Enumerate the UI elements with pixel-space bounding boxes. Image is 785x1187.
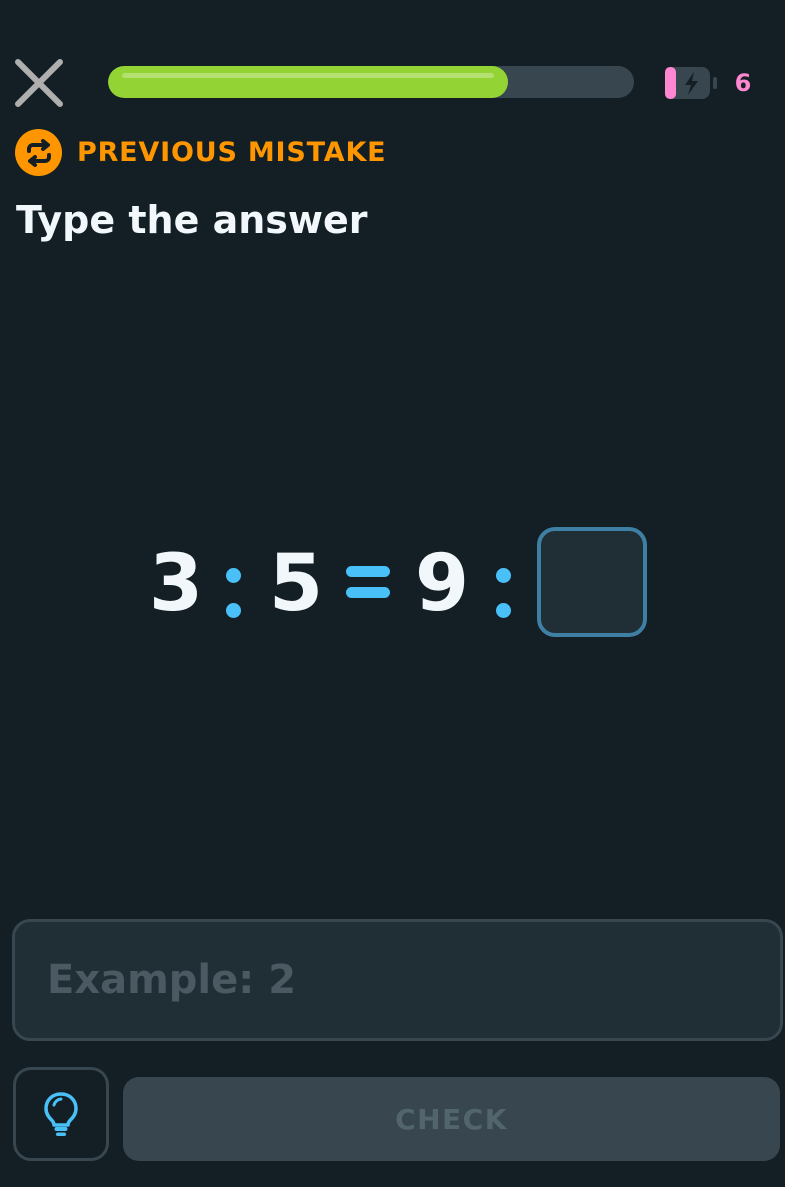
repeat-icon [15, 129, 62, 176]
close-button[interactable] [10, 54, 68, 112]
previous-mistake-label: PREVIOUS MISTAKE [77, 137, 387, 168]
hint-button[interactable] [13, 1067, 109, 1161]
page-title: Type the answer [16, 198, 368, 242]
close-icon [15, 59, 63, 107]
equation-term-b: 5 [268, 539, 324, 629]
energy-count: 6 [734, 69, 752, 97]
progress-bar [108, 66, 634, 98]
equals-sign [346, 566, 390, 600]
check-button[interactable]: CHECK [123, 1077, 780, 1161]
answer-blank-box[interactable] [537, 527, 647, 637]
ratio-colon-2 [496, 568, 511, 618]
progress-fill [108, 66, 508, 98]
lightbulb-icon [44, 1092, 78, 1136]
equation-term-c: 9 [414, 539, 470, 629]
battery-bolt-icon [664, 64, 720, 102]
answer-input[interactable] [12, 919, 783, 1041]
ratio-colon-1 [226, 568, 241, 618]
equation-term-a: 3 [148, 539, 204, 629]
progress-shine [122, 73, 494, 78]
